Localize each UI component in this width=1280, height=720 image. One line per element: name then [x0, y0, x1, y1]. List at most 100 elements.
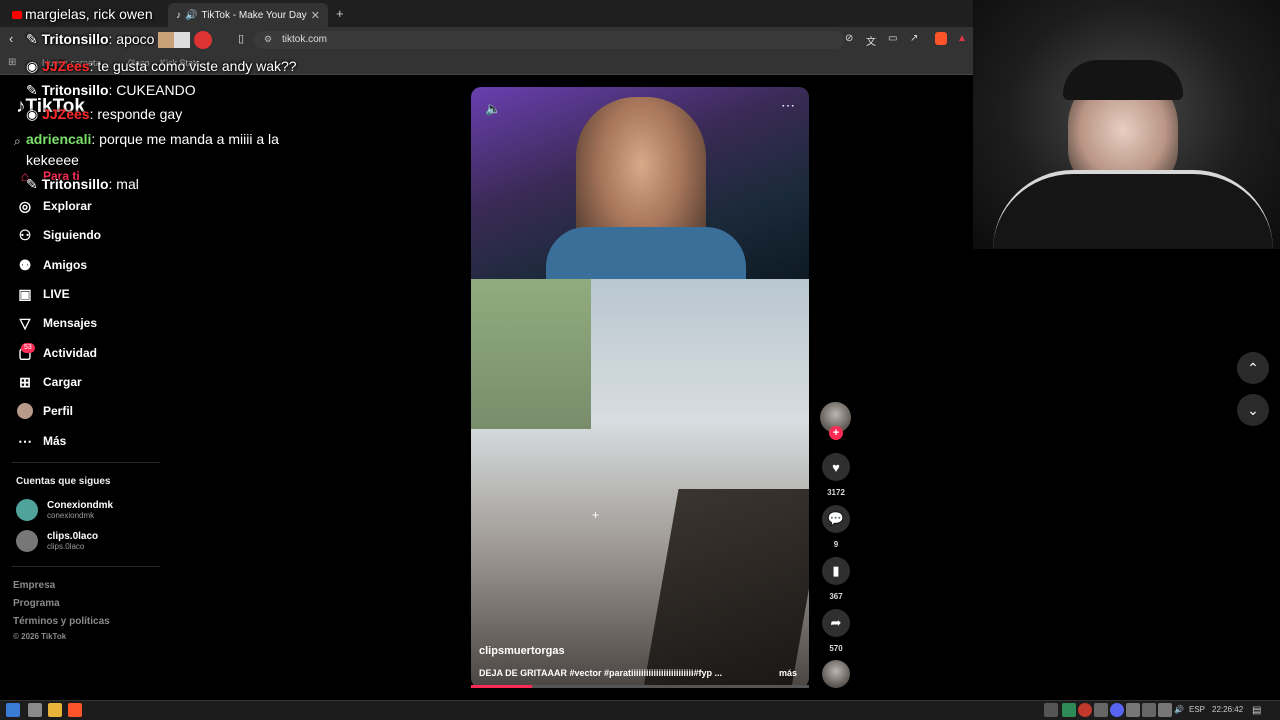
- followed-account-conexiondmk[interactable]: Conexiondmk conexiondmk: [16, 499, 113, 521]
- tray-icon[interactable]: [1126, 703, 1140, 717]
- nav-mas[interactable]: ⋯ Más: [16, 430, 66, 452]
- tray-icon[interactable]: [1142, 703, 1156, 717]
- brave-shield-icon[interactable]: [935, 32, 947, 45]
- brave-rewards-icon[interactable]: ▲: [957, 33, 967, 44]
- nav-explorar[interactable]: ◎ Explorar: [16, 195, 92, 217]
- following-title: Cuentas que sigues: [16, 476, 111, 487]
- follow-plus-button[interactable]: +: [829, 426, 843, 440]
- tray-icon[interactable]: [1078, 703, 1092, 717]
- share-button[interactable]: ➦: [822, 609, 850, 637]
- avatar: [16, 499, 38, 521]
- next-video-button[interactable]: ⌄: [1237, 394, 1269, 426]
- save-count: 367: [829, 592, 843, 601]
- nav-label: Cargar: [43, 375, 82, 389]
- nav-label: Más: [43, 434, 67, 448]
- tiktok-tab-icon: ♪: [176, 9, 181, 21]
- chat-username: Tritonsillo: [41, 176, 109, 192]
- tray-icon[interactable]: [1094, 703, 1108, 717]
- translate-icon[interactable]: 文: [866, 33, 876, 48]
- chat-text: : porque me manda a miiii a la: [91, 131, 279, 147]
- close-tab-icon[interactable]: ✕: [311, 9, 320, 22]
- caption-more-link[interactable]: más: [779, 668, 797, 678]
- file-explorer-icon[interactable]: [48, 703, 62, 717]
- friends-icon: ⚉: [18, 256, 32, 273]
- comment-button[interactable]: 💬: [822, 505, 850, 533]
- chat-title-text: margielas, rick owen: [25, 6, 153, 22]
- chat-message: ◉ JJZees: responde gay: [26, 106, 182, 123]
- video-person-shirt: [546, 227, 746, 287]
- chevron-down-icon: ⌄: [1247, 401, 1259, 418]
- url-text: tiktok.com: [282, 34, 328, 45]
- site-info-icon[interactable]: ⚙: [264, 34, 272, 45]
- profile-icon: [16, 402, 34, 420]
- nav-label: Perfil: [43, 404, 74, 418]
- share-icon[interactable]: ↗: [910, 33, 918, 44]
- back-icon[interactable]: ‹: [9, 31, 13, 46]
- tray-icon[interactable]: [1044, 703, 1058, 717]
- language-indicator[interactable]: ESP: [1189, 705, 1205, 714]
- chat-message: ✎ Tritonsillo: mal: [26, 176, 139, 193]
- chat-badge-icon: ✎: [26, 176, 42, 192]
- cast-icon[interactable]: ▭: [888, 33, 897, 44]
- clock[interactable]: 22:26:42: [1212, 705, 1243, 714]
- new-tab-button[interactable]: +: [336, 6, 344, 21]
- nav-perfil[interactable]: Perfil: [16, 400, 73, 422]
- previous-video-button[interactable]: ⌃: [1237, 352, 1269, 384]
- chat-username: JJZees: [42, 106, 90, 122]
- like-count: 3172: [827, 488, 845, 497]
- volume-tray-icon[interactable]: 🔊: [1174, 705, 1184, 714]
- volume-icon[interactable]: 🔈: [485, 101, 501, 117]
- video-progress-fill: [471, 685, 532, 688]
- sidebar-divider: [12, 566, 160, 567]
- video-player[interactable]: 🔈 ⋯ +: [471, 87, 809, 688]
- account-name: clips.0laco: [47, 531, 99, 542]
- bookmark-icon[interactable]: ▯: [238, 32, 244, 45]
- streamer-webcam: [973, 0, 1280, 249]
- chat-text: : responde gay: [89, 106, 183, 122]
- task-view-icon[interactable]: [28, 703, 42, 717]
- chevron-up-icon: ⌃: [1247, 359, 1259, 376]
- chat-badge-icon: ✎: [26, 82, 42, 98]
- tray-icon[interactable]: [1062, 703, 1076, 717]
- followed-account-clips0laco[interactable]: clips.0laco clips.0laco: [16, 530, 98, 552]
- footer-empresa[interactable]: Empresa: [13, 580, 55, 591]
- chat-username: JJZees: [42, 58, 90, 74]
- sound-avatar[interactable]: [822, 660, 850, 688]
- messages-icon: ▽: [19, 314, 31, 331]
- video-username[interactable]: clipsmuertorgas: [479, 645, 565, 657]
- nav-label: Actividad: [43, 346, 98, 360]
- brave-browser-icon[interactable]: [68, 703, 82, 717]
- footer-terminos[interactable]: Términos y políticas: [13, 616, 110, 627]
- share-count: 570: [829, 644, 843, 653]
- nav-siguiendo[interactable]: ⚇ Siguiendo: [16, 224, 101, 246]
- tab-tiktok[interactable]: ♪ 🔊 TikTok - Make Your Day ✕: [168, 3, 328, 27]
- network-icon[interactable]: [1158, 703, 1172, 717]
- footer-copyright: © 2026 TikTok: [13, 632, 67, 641]
- nav-label: Amigos: [43, 258, 88, 272]
- youtube-icon: [12, 11, 22, 19]
- url-bar[interactable]: tiktok.com: [254, 31, 844, 49]
- nav-label: Mensajes: [43, 316, 98, 330]
- chat-username: Tritonsillo: [41, 82, 109, 98]
- chat-tab-title-overlay: margielas, rick owen: [25, 6, 153, 22]
- reader-icon[interactable]: ⊘: [845, 33, 853, 44]
- apps-grid-icon[interactable]: ⊞: [8, 57, 16, 68]
- footer-programa[interactable]: Programa: [13, 598, 60, 609]
- like-button[interactable]: ♥: [822, 453, 850, 481]
- nav-cargar[interactable]: ⊞ Cargar: [16, 371, 82, 393]
- activity-badge: 53: [21, 343, 35, 353]
- nav-live[interactable]: ▣ LIVE: [16, 283, 69, 305]
- discord-tray-icon[interactable]: [1110, 703, 1124, 717]
- start-button-icon[interactable]: [6, 703, 20, 717]
- following-icon: ⚇: [18, 226, 32, 243]
- chat-badge-icon: ✎: [26, 31, 42, 47]
- emote-icon: [174, 32, 191, 49]
- video-more-icon[interactable]: ⋯: [781, 97, 795, 114]
- nav-amigos[interactable]: ⚉ Amigos: [16, 254, 87, 276]
- notifications-icon[interactable]: ▤: [1252, 705, 1261, 716]
- video-gameplay-region: [471, 279, 809, 688]
- search-icon[interactable]: ⌕: [14, 134, 21, 149]
- save-button[interactable]: ▮: [822, 557, 850, 585]
- nav-mensajes[interactable]: ▽ Mensajes: [16, 312, 97, 334]
- chat-username: Tritonsillo: [41, 31, 109, 47]
